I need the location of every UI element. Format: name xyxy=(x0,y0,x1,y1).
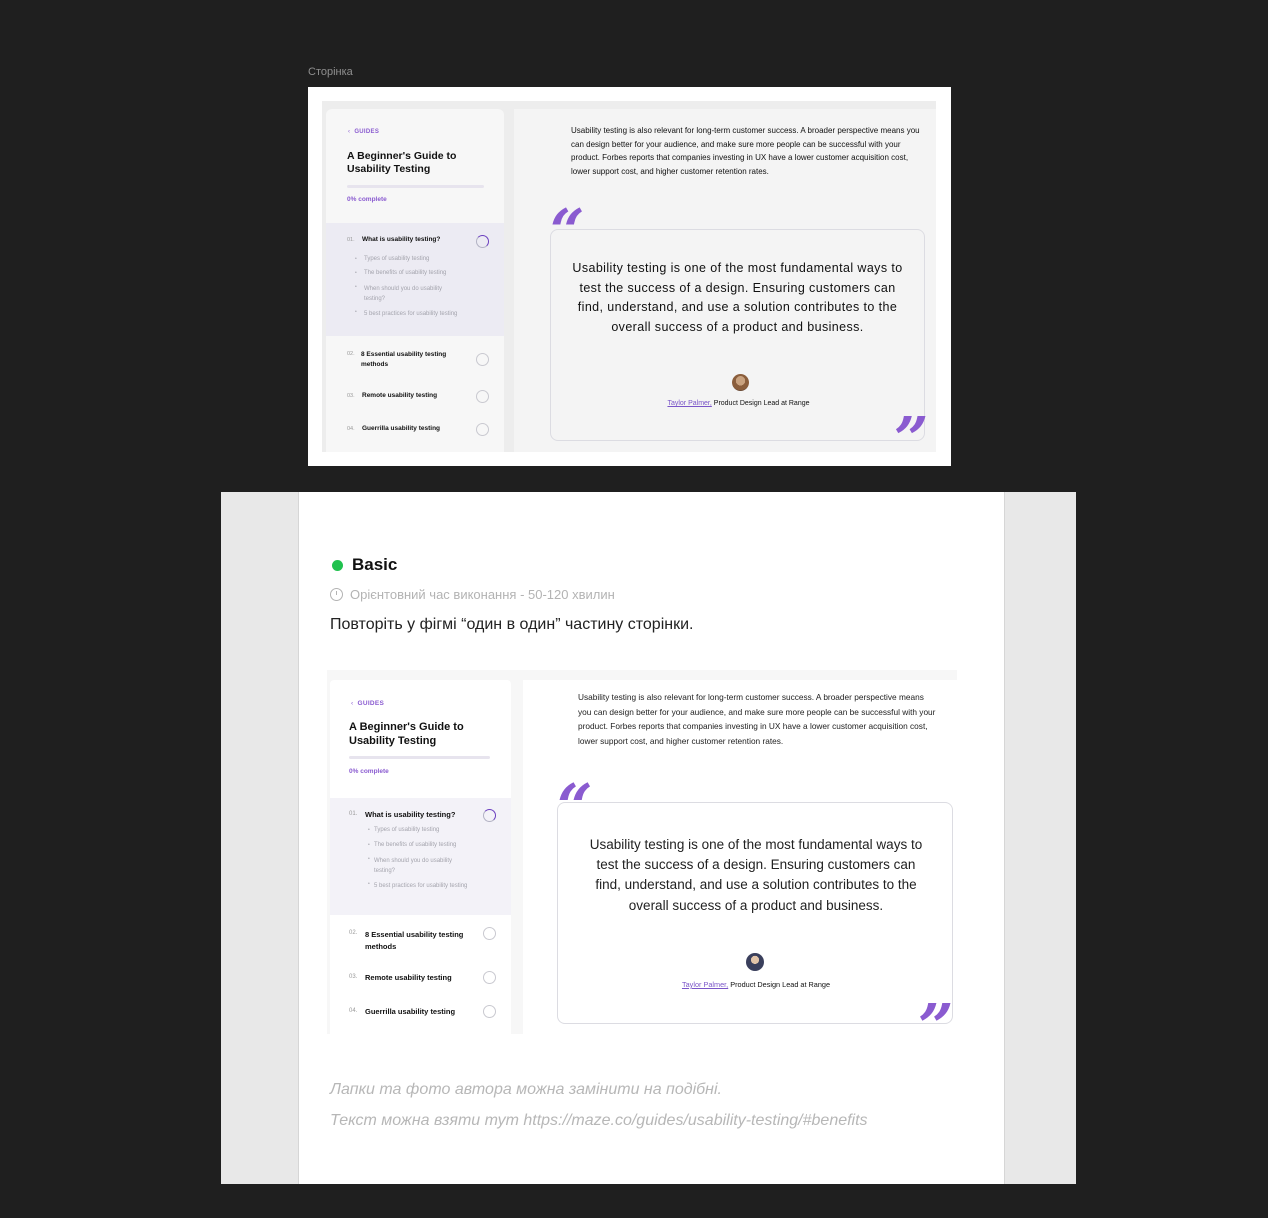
bullet-icon: • xyxy=(368,856,370,862)
guide-title: A Beginner's Guide to Usability Testing xyxy=(349,720,504,748)
quote-author: Taylor Palmer, Product Design Lead at Ra… xyxy=(558,980,954,989)
progress-label: 0% complete xyxy=(349,768,389,775)
status-circle-icon xyxy=(476,423,489,436)
section-title: What is usability testing? xyxy=(362,236,441,243)
bullet-icon: • xyxy=(355,256,357,262)
bullet-icon: • xyxy=(368,881,370,887)
subitem-link[interactable]: Types of usability testing xyxy=(374,827,439,833)
section-item[interactable]: 02. 8 Essential usability testing method… xyxy=(326,344,504,374)
progress-spinner-icon xyxy=(476,235,489,248)
section-title: Remote usability testing xyxy=(365,973,452,982)
subitem-link[interactable]: The benefits of usability testing xyxy=(374,842,456,848)
subitem-link[interactable]: The benefits of usability testing xyxy=(364,270,446,276)
hint-text: Лапки та фото автора можна замінити на п… xyxy=(330,1081,722,1098)
section-number: 02. xyxy=(349,930,358,936)
progress-bar xyxy=(349,756,490,759)
section-title: What is usability testing? xyxy=(365,810,456,819)
guide-title-line1: A Beginner's Guide to xyxy=(349,721,464,733)
subitem-link[interactable]: 5 best practices for usability testing xyxy=(364,309,469,319)
section-number: 04. xyxy=(347,426,355,432)
section-number: 01. xyxy=(347,237,355,243)
author-avatar xyxy=(746,953,764,971)
guide-title-line2: Usability Testing xyxy=(349,735,437,747)
reference-screenshot: ‹ GUIDES A Beginner's Guide to Usability … xyxy=(327,670,957,1034)
task-paper: Basic Орієнтовний час виконання - 50-120… xyxy=(298,492,1005,1184)
guide-title-line1: A Beginner's Guide to xyxy=(347,150,457,162)
section-number: 02. xyxy=(347,351,355,357)
status-circle-icon xyxy=(483,927,496,940)
section-title: 8 Essential usability testing methods xyxy=(365,930,464,951)
quote-card: Usability testing is one of the most fun… xyxy=(550,229,925,441)
bullet-icon: • xyxy=(355,309,357,315)
quote-author: Taylor Palmer, Product Design Lead at Ra… xyxy=(551,400,926,407)
close-quote-icon: ” xyxy=(918,990,954,1035)
section-title: 8 Essential usability testing methods xyxy=(361,351,447,368)
author-avatar xyxy=(732,374,749,391)
guide-sidebar: ‹ GUIDES A Beginner's Guide to Usability … xyxy=(330,680,511,1034)
hint-text-link[interactable]: Текст можна взяти тут https://maze.co/gu… xyxy=(330,1112,868,1130)
back-link[interactable]: ‹ GUIDES xyxy=(351,700,384,707)
bullet-icon: • xyxy=(355,270,357,276)
status-circle-icon xyxy=(476,390,489,403)
section-title: Remote usability testing xyxy=(362,392,438,399)
open-quote-icon: “ xyxy=(550,197,585,267)
bullet-icon: • xyxy=(368,827,370,833)
bullet-icon: • xyxy=(368,842,370,848)
author-role: Product Design Lead at Range xyxy=(728,980,831,989)
subitem-link[interactable]: When should you do usability testing? xyxy=(364,284,464,304)
guide-content: Usability testing is also relevant for l… xyxy=(523,680,957,1034)
chevron-left-icon: ‹ xyxy=(348,129,351,135)
subitem-link[interactable]: When should you do usability testing? xyxy=(374,856,474,876)
status-circle-icon xyxy=(483,1005,496,1018)
subitem-link[interactable]: 5 best practices for usability testing xyxy=(374,881,474,891)
author-name-link[interactable]: Taylor Palmer, xyxy=(667,400,711,407)
body-paragraph: Usability testing is also relevant for l… xyxy=(578,692,936,746)
section-item[interactable]: 04. Guerrilla usability testing xyxy=(330,1002,511,1022)
page-canvas: ‹ GUIDES A Beginner's Guide to Usability … xyxy=(322,101,936,452)
section-item[interactable]: 04. Guerrilla usability testing xyxy=(326,420,504,440)
section-item[interactable]: 03. Remote usability testing xyxy=(330,968,511,988)
close-quote-icon: ” xyxy=(894,405,929,452)
guide-content: Usability testing is also relevant for l… xyxy=(514,109,936,452)
task-instruction: Повторіть у фігмі “один в один” частину … xyxy=(330,616,694,633)
section-number: 01. xyxy=(349,811,358,817)
section-title: Guerrilla usability testing xyxy=(365,1007,456,1016)
open-quote-icon: “ xyxy=(557,770,593,843)
back-label: GUIDES xyxy=(357,700,385,707)
quote-card: Usability testing is one of the most fun… xyxy=(557,802,953,1024)
guide-sidebar: ‹ GUIDES A Beginner's Guide to Usability … xyxy=(326,109,504,452)
progress-bar xyxy=(347,185,484,188)
author-name-link[interactable]: Taylor Palmer, xyxy=(682,980,728,989)
progress-label: 0% complete xyxy=(347,196,387,203)
timer-icon xyxy=(330,588,343,601)
section-number: 03. xyxy=(349,974,358,980)
section-number: 04. xyxy=(349,1008,358,1014)
section-title: Guerrilla usability testing xyxy=(362,425,441,432)
back-link[interactable]: ‹ GUIDES xyxy=(348,129,379,135)
task-frame: Basic Орієнтовний час виконання - 50-120… xyxy=(221,492,1076,1184)
guide-title-line2: Usability Testing xyxy=(347,162,431,175)
bullet-icon: • xyxy=(355,284,357,290)
section-item[interactable]: 03. Remote usability testing xyxy=(326,387,504,407)
author-role: Product Design Lead at Range xyxy=(711,400,810,407)
progress-spinner-icon xyxy=(483,809,496,822)
chevron-left-icon: ‹ xyxy=(351,700,354,707)
status-circle-icon xyxy=(483,971,496,984)
subitem-link[interactable]: Types of usability testing xyxy=(364,256,429,262)
guide-title: A Beginner's Guide to Usability Testing xyxy=(347,150,497,175)
level-label: Basic xyxy=(352,555,398,574)
quote-text: Usability testing is one of the most fun… xyxy=(572,261,903,335)
body-paragraph: Usability testing is also relevant for l… xyxy=(571,126,920,177)
frame-label[interactable]: Сторінка xyxy=(308,66,353,78)
back-label: GUIDES xyxy=(354,129,380,135)
section-number: 03. xyxy=(347,393,355,399)
section-item-active[interactable]: 01. What is usability testing? • Types o… xyxy=(326,223,504,336)
section-item[interactable]: 02. 8 Essential usability testing method… xyxy=(330,923,511,953)
quote-text: Usability testing is one of the most fun… xyxy=(589,837,923,913)
status-circle-icon xyxy=(476,353,489,366)
section-item-active[interactable]: 01. What is usability testing? • Types o… xyxy=(330,798,511,915)
time-estimate: Орієнтовний час виконання - 50-120 хвили… xyxy=(350,587,615,602)
level-dot-icon xyxy=(332,560,343,571)
page-frame[interactable]: ‹ GUIDES A Beginner's Guide to Usability … xyxy=(308,87,951,466)
